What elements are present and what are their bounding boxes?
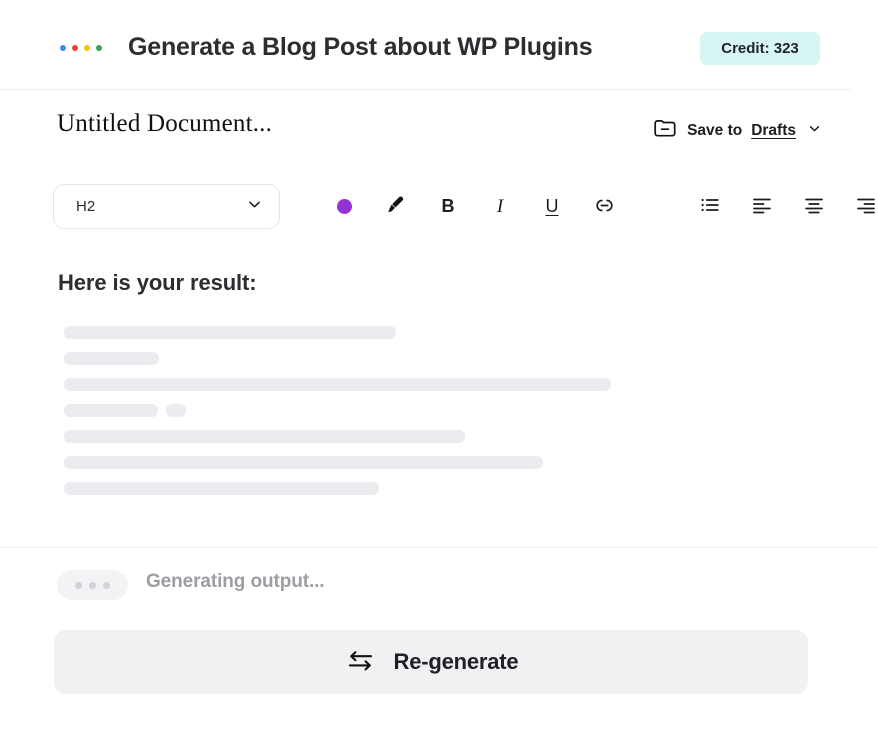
highlight-button[interactable] — [370, 184, 422, 229]
italic-icon: I — [497, 196, 503, 218]
text-style-select-value: H2 — [76, 198, 95, 215]
status-text: Generating output... — [146, 571, 325, 593]
skeleton-bar — [64, 352, 159, 365]
skeleton-bar — [64, 378, 611, 391]
toolbar-buttons: B I U — [318, 184, 878, 229]
skeleton-bar — [64, 430, 465, 443]
skeleton-bar — [64, 482, 379, 495]
highlighter-icon — [384, 193, 408, 220]
loading-skeleton — [64, 326, 624, 508]
bold-icon: B — [442, 196, 455, 217]
footer-divider — [0, 547, 878, 548]
skeleton-bar — [166, 404, 186, 417]
brand-dot-green — [96, 45, 102, 51]
skeleton-bar — [64, 456, 543, 469]
generation-status-row: Generating output... — [0, 560, 850, 612]
chevron-down-icon[interactable] — [807, 121, 822, 141]
align-left-button[interactable] — [736, 184, 788, 229]
color-swatch-icon — [337, 199, 352, 214]
skeleton-bar — [64, 326, 396, 339]
skeleton-row — [64, 430, 624, 443]
brand-dot-yellow — [84, 45, 90, 51]
regenerate-label: Re-generate — [394, 649, 519, 675]
regenerate-button[interactable]: Re-generate — [54, 630, 808, 694]
save-to-label: Save to — [687, 122, 742, 140]
save-target-label[interactable]: Drafts — [751, 122, 796, 140]
swap-arrows-icon — [344, 647, 376, 678]
loading-dots-icon — [57, 570, 128, 600]
credit-badge-label: Credit: 323 — [721, 40, 799, 57]
skeleton-row — [64, 326, 624, 339]
align-center-icon — [802, 193, 826, 220]
skeleton-bar — [64, 404, 158, 417]
loading-dot — [103, 582, 110, 589]
skeleton-row — [64, 482, 624, 495]
credit-badge: Credit: 323 — [700, 32, 820, 65]
italic-button[interactable]: I — [474, 184, 526, 229]
brand-dot-blue — [60, 45, 66, 51]
loading-dot — [75, 582, 82, 589]
underline-button[interactable]: U — [526, 184, 578, 229]
link-button[interactable] — [578, 184, 630, 229]
align-center-button[interactable] — [788, 184, 840, 229]
text-style-select[interactable]: H2 — [53, 184, 280, 229]
bullet-list-button[interactable] — [684, 184, 736, 229]
document-bar: Untitled Document... Save to Drafts — [0, 90, 850, 172]
save-to-control[interactable]: Save to Drafts — [652, 115, 822, 146]
text-color-button[interactable] — [318, 184, 370, 229]
skeleton-row — [64, 404, 624, 417]
page-title: Generate a Blog Post about WP Plugins — [128, 33, 592, 62]
brand-logo-dots — [60, 45, 102, 51]
skeleton-row — [64, 456, 624, 469]
underline-icon: U — [546, 196, 559, 217]
loading-dot — [89, 582, 96, 589]
align-right-icon — [854, 193, 878, 220]
bold-button[interactable]: B — [422, 184, 474, 229]
align-right-button[interactable] — [840, 184, 878, 229]
folder-minus-icon — [652, 115, 678, 146]
brand-dot-red — [72, 45, 78, 51]
result-heading: Here is your result: — [58, 270, 257, 296]
editor-toolbar: H2 B I U — [0, 172, 850, 242]
chevron-down-icon — [246, 196, 263, 218]
skeleton-row — [64, 352, 624, 365]
document-title[interactable]: Untitled Document... — [57, 110, 272, 138]
skeleton-row — [64, 378, 624, 391]
editor-body[interactable]: Here is your result: — [0, 242, 850, 547]
bullet-list-icon — [698, 193, 722, 220]
app-header: Generate a Blog Post about WP Plugins Cr… — [0, 0, 850, 90]
align-left-icon — [750, 193, 774, 220]
link-icon — [592, 193, 617, 221]
